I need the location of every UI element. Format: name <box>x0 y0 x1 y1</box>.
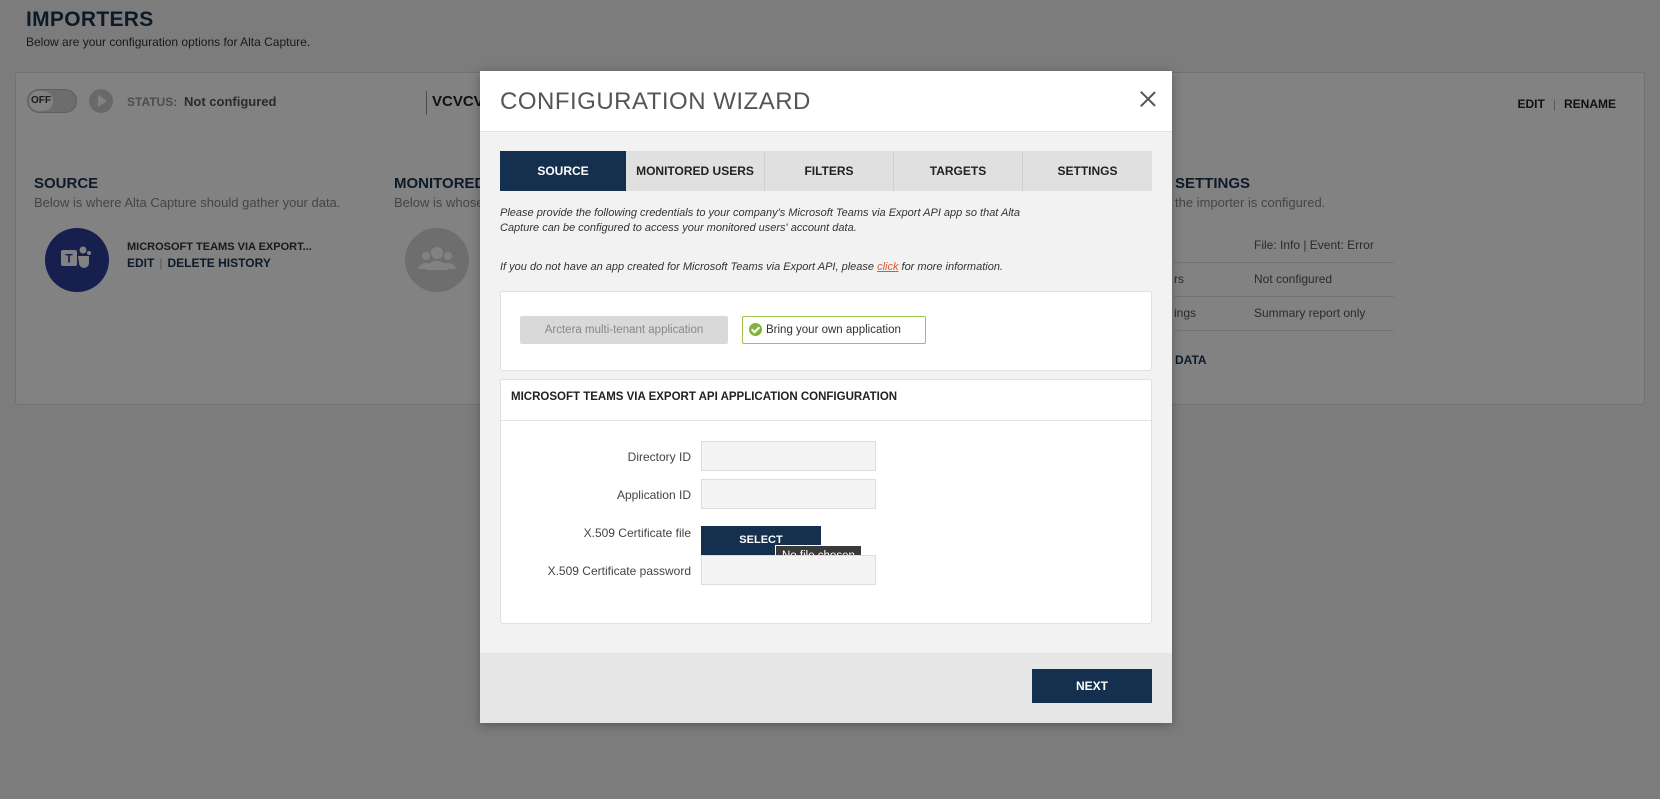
multi-tenant-option[interactable]: Arctera multi-tenant application <box>520 316 728 344</box>
modal-footer: NEXT <box>480 653 1172 723</box>
no-app-suffix: for more information. <box>898 261 1004 273</box>
application-id-input[interactable] <box>701 479 876 509</box>
tab-targets[interactable]: TARGETS <box>894 151 1023 191</box>
next-button[interactable]: NEXT <box>1032 669 1152 703</box>
close-icon[interactable] <box>1140 91 1156 107</box>
config-title: MICROSOFT TEAMS VIA EXPORT API APPLICATI… <box>511 391 898 403</box>
check-circle-icon <box>749 323 762 336</box>
click-link[interactable]: click <box>877 261 898 273</box>
certificate-file-label: X.509 Certificate file <box>583 526 691 540</box>
app-config-panel: MICROSOFT TEAMS VIA EXPORT API APPLICATI… <box>500 379 1152 624</box>
intro-text: Please provide the following credentials… <box>500 207 1020 234</box>
modal-header: CONFIGURATION WIZARD <box>480 71 1172 132</box>
no-app-prefix: If you do not have an app created for Mi… <box>500 261 878 273</box>
own-application-option[interactable]: Bring your own application <box>742 316 926 344</box>
configuration-wizard: CONFIGURATION WIZARD SOURCE MONITORED US… <box>480 71 1172 723</box>
no-app-text: If you do not have an app created for Mi… <box>500 261 1003 273</box>
tab-source[interactable]: SOURCE <box>500 151 626 191</box>
certificate-password-input[interactable] <box>701 555 876 585</box>
directory-id-input[interactable] <box>701 441 876 471</box>
wizard-tabs: SOURCE MONITORED USERS FILTERS TARGETS S… <box>500 151 1152 191</box>
certificate-password-label: X.509 Certificate password <box>547 564 691 578</box>
application-id-label: Application ID <box>616 488 691 502</box>
modal-title: CONFIGURATION WIZARD <box>500 88 811 115</box>
tab-monitored-users[interactable]: MONITORED USERS <box>626 151 765 191</box>
directory-id-label: Directory ID <box>627 450 691 464</box>
tab-settings[interactable]: SETTINGS <box>1023 151 1152 191</box>
application-choice-panel: Arctera multi-tenant application Bring y… <box>500 291 1152 371</box>
own-application-label: Bring your own application <box>766 324 901 336</box>
tab-filters[interactable]: FILTERS <box>765 151 894 191</box>
config-divider <box>501 420 1151 421</box>
